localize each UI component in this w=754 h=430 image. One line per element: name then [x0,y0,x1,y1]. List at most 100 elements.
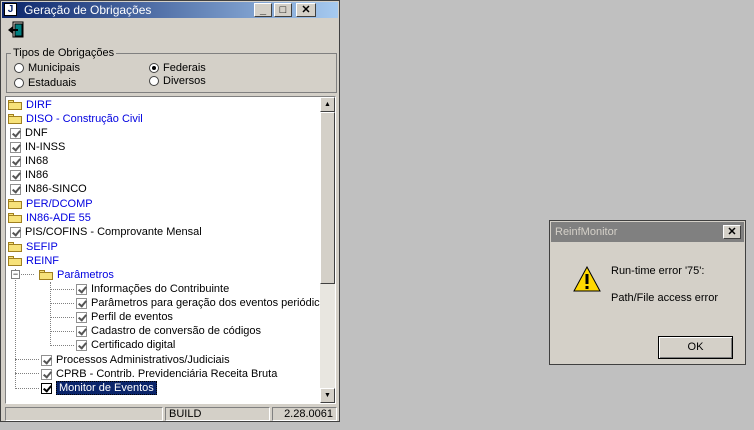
tree-item-label: Parâmetros [57,269,114,281]
tree-connector [50,289,74,290]
tree-item-label: SEFIP [26,241,58,253]
obligations-window: J Geração de Obrigações _ □ ✕ Tipos de O… [0,0,340,422]
folder-icon [8,213,22,223]
obligations-tree[interactable]: DIRF DISO - Construção Civil DNF IN-INSS… [5,96,336,404]
error-message-line2: Path/File access error [611,292,718,304]
checkbox-checked[interactable] [76,297,87,309]
build-label: BUILD [169,408,202,420]
tree-item-label: DIRF [26,99,52,111]
tree-item-dnf[interactable]: DNF [10,126,48,140]
minus-icon: − [12,269,19,279]
window-titlebar[interactable]: J Geração de Obrigações _ □ ✕ [2,2,338,18]
checkbox-checked[interactable] [76,325,87,337]
tree-item-informacoes-contribuinte[interactable]: Informações do Contribuinte [76,282,229,296]
radio-circle [149,76,159,86]
folder-icon [8,100,22,110]
scroll-down-button[interactable]: ▼ [320,388,335,403]
checkbox-checked[interactable] [76,283,87,295]
checkbox-checked[interactable] [10,141,21,153]
tree-item-in86-sinco[interactable]: IN86-SINCO [10,182,87,196]
folder-icon [8,114,22,124]
warning-icon [573,266,601,292]
tree-connector [50,317,74,318]
tree-item-cadastro-conversao[interactable]: Cadastro de conversão de códigos [76,324,261,338]
status-panel-version: 2.28.0061 [272,407,337,421]
window-title: Geração de Obrigações [24,3,152,17]
tree-item-sefip[interactable]: SEFIP [8,240,58,254]
tree-item-processos[interactable]: Processos Administrativos/Judiciais [41,353,230,367]
tree-item-label: Processos Administrativos/Judiciais [56,354,230,366]
folder-icon [8,199,22,209]
tree-connector [50,345,74,346]
exit-toolbar-button[interactable] [7,20,29,40]
radio-circle [14,78,24,88]
version-label: 2.28.0061 [284,408,333,420]
tree-item-perfil-eventos[interactable]: Perfil de eventos [76,310,173,324]
tree-connector [50,303,74,304]
tree-item-label: IN86 [25,169,49,181]
tree-item-label: PIS/COFINS - Comprovante Mensal [25,226,202,238]
error-message-line1: Run-time error '75': [611,265,705,277]
status-panel-build: BUILD [165,407,270,421]
tree-connector [15,373,39,374]
tree-item-label: DNF [25,127,48,139]
tree-item-reinf[interactable]: REINF [8,254,59,268]
radio-municipais[interactable]: Municipais [14,62,80,74]
tree-item-label: Perfil de eventos [91,311,173,323]
collapse-toggle[interactable]: − [11,270,20,279]
tree-connector [18,274,34,275]
scroll-thumb[interactable] [320,112,335,284]
radio-label: Estaduais [28,77,77,89]
checkbox-checked[interactable] [76,311,87,323]
tree-item-certificado-digital[interactable]: Certificado digital [76,338,175,352]
checkbox-checked[interactable] [41,354,52,366]
tree-item-per-dcomp[interactable]: PER/DCOMP [8,197,93,211]
tree-item-label: IN86-SINCO [25,183,87,195]
arrow-up-icon: ▲ [324,101,331,108]
dialog-titlebar[interactable]: ReinfMonitor ✕ [551,222,744,242]
app-icon: J [4,3,17,16]
tree-item-label: Cadastro de conversão de códigos [91,325,261,337]
dialog-close-button[interactable]: ✕ [723,225,741,239]
checkbox-checked[interactable] [10,155,21,167]
tree-item-parametros[interactable]: Parâmetros [39,268,114,282]
minimize-button[interactable]: _ [254,3,272,17]
radio-diversos[interactable]: Diversos [149,75,206,87]
radio-estaduais[interactable]: Estaduais [14,77,76,89]
checkbox-checked[interactable] [41,382,52,394]
tree-item-in-inss[interactable]: IN-INSS [10,140,65,154]
tree-item-parametros-geracao[interactable]: Parâmetros para geração dos eventos peri… [76,296,331,310]
maximize-button[interactable]: □ [274,3,292,17]
radio-label: Diversos [163,75,206,87]
open-folder-icon [39,270,53,280]
tree-item-in68[interactable]: IN68 [10,154,48,168]
tree-item-cprb[interactable]: CPRB - Contrib. Previdenciária Receita B… [41,367,277,381]
ok-button[interactable]: OK [658,336,733,359]
radio-label: Federais [163,62,206,74]
tree-item-monitor-eventos[interactable]: Monitor de Eventos [41,381,157,395]
checkbox-checked[interactable] [10,226,21,238]
tree-item-in86-ade55[interactable]: IN86-ADE 55 [8,211,91,225]
close-button[interactable]: ✕ [296,3,316,17]
scroll-up-button[interactable]: ▲ [320,97,335,112]
checkbox-checked[interactable] [10,169,21,181]
checkbox-checked[interactable] [76,339,87,351]
tree-item-pis-cofins[interactable]: PIS/COFINS - Comprovante Mensal [10,225,202,239]
tree-item-label: REINF [26,255,59,267]
maximize-icon: □ [279,4,287,16]
tree-connector [15,359,39,360]
tree-item-label: DISO - Construção Civil [26,113,143,125]
tree-item-label: IN86-ADE 55 [26,212,91,224]
tree-item-diso[interactable]: DISO - Construção Civil [8,112,143,126]
error-dialog: ReinfMonitor ✕ Run-time error '75': Path… [549,220,746,365]
checkbox-checked[interactable] [10,127,21,139]
radio-federais[interactable]: Federais [149,62,206,74]
tree-vertical-scrollbar[interactable]: ▲ ▼ [320,97,335,403]
tree-connector [15,388,39,389]
tree-item-in86[interactable]: IN86 [10,168,48,182]
checkbox-checked[interactable] [10,183,21,195]
tree-item-dirf[interactable]: DIRF [8,98,52,112]
tree-connector [50,282,51,346]
checkbox-checked[interactable] [41,368,52,380]
folder-icon [8,242,22,252]
